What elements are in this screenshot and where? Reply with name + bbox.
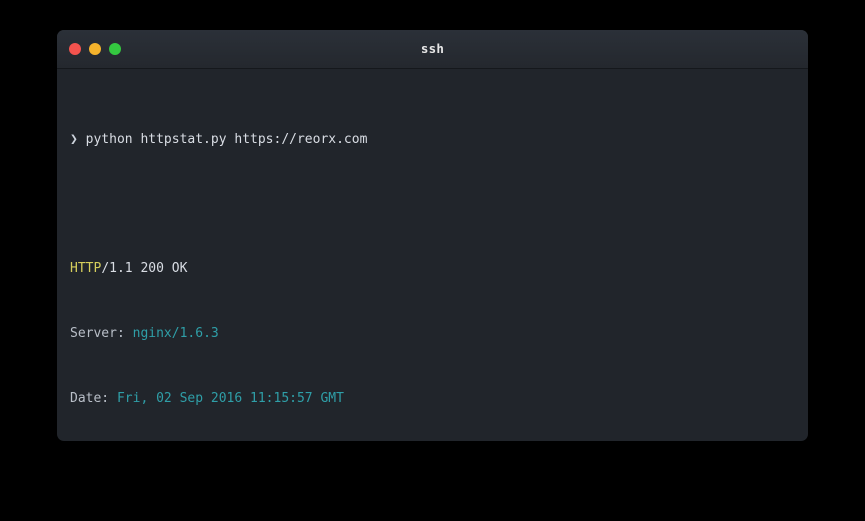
terminal-window: ssh ❯ python httpstat.py https://reorx.c… [57,30,808,441]
status-line: HTTP/1.1 200 OK [70,261,798,277]
header-row: Date: Fri, 02 Sep 2016 11:15:57 GMT [70,391,798,407]
status-code-text: /1.1 200 OK [101,261,188,277]
window-titlebar[interactable]: ssh [57,30,808,69]
command-line: ❯ python httpstat.py https://reorx.com [70,132,798,148]
window-title: ssh [420,41,445,56]
header-value: nginx/1.6.3 [132,326,219,341]
header-value: Fri, 02 Sep 2016 11:15:57 GMT [116,390,344,406]
prompt-symbol-icon: ❯ [70,131,86,147]
header-space [109,391,117,406]
header-row: Server: nginx/1.6.3 [70,326,798,342]
header-key: Date: [70,390,110,406]
status-protocol: HTTP [70,261,102,277]
header-space [125,326,133,341]
command-text: python httpstat.py https://reorx.com [85,131,368,147]
terminal-output[interactable]: ❯ python httpstat.py https://reorx.com H… [57,69,808,441]
header-key: Server: [70,326,125,341]
